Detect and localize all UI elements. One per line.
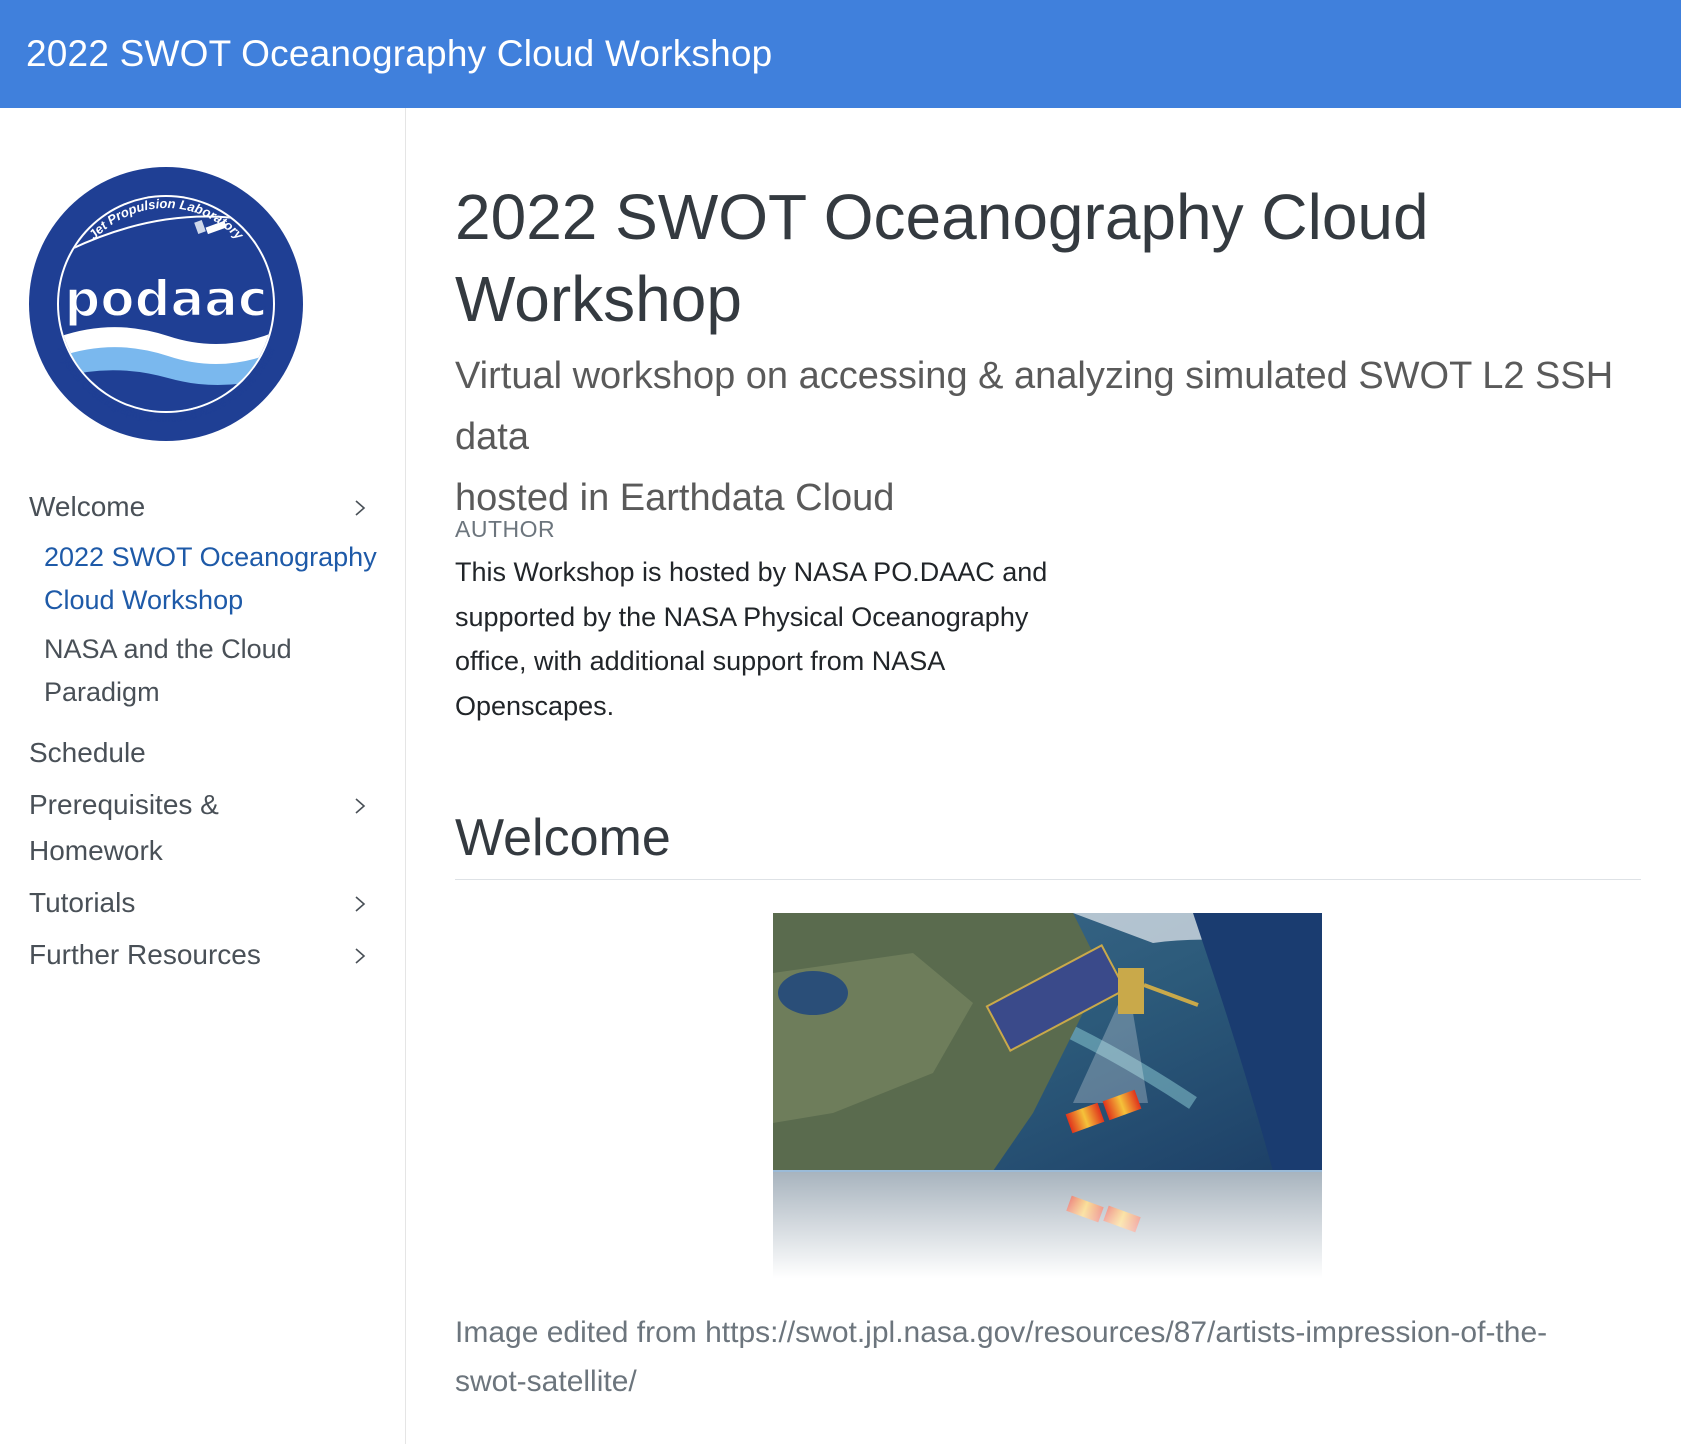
- image-caption-line2: swot-satellite/: [455, 1365, 637, 1398]
- sidebar-item-schedule[interactable]: Schedule: [29, 730, 146, 776]
- author-line: office, with additional support from NAS…: [455, 646, 946, 676]
- sidebar-item-workshop-line2[interactable]: Cloud Workshop: [44, 579, 243, 622]
- author-line: supported by the NASA Physical Oceanogra…: [455, 601, 1029, 632]
- sidebar: Jet Propulsion Laboratory Physical Ocean…: [0, 108, 406, 1444]
- chevron-right-icon[interactable]: [350, 894, 370, 914]
- sidebar-item-nasa-cloud-line2[interactable]: Paradigm: [44, 671, 160, 714]
- sidebar-item-tutorials[interactable]: Tutorials: [29, 880, 135, 926]
- author-label: AUTHOR: [455, 516, 556, 542]
- podaac-logo[interactable]: Jet Propulsion Laboratory Physical Ocean…: [28, 166, 304, 442]
- page-title-line1: 2022 SWOT Oceanography Cloud: [455, 181, 1429, 253]
- sidebar-item-workshop-line1[interactable]: 2022 SWOT Oceanography: [44, 536, 377, 579]
- chevron-right-icon[interactable]: [350, 498, 370, 518]
- page-subtitle: Virtual workshop on accessing & analyzin…: [455, 346, 1655, 529]
- author-text: This Workshop is hosted by NASA PO.DAAC …: [455, 550, 1055, 728]
- sidebar-item-prerequisites-line2[interactable]: Homework: [29, 828, 163, 874]
- page-title: 2022 SWOT Oceanography Cloud Workshop: [455, 176, 1605, 340]
- chevron-right-icon[interactable]: [350, 946, 370, 966]
- sidebar-item-prerequisites-line1[interactable]: Prerequisites &: [29, 782, 219, 828]
- swot-satellite-image: [773, 913, 1322, 1278]
- sidebar-item-nasa-cloud-line1[interactable]: NASA and the Cloud: [44, 628, 292, 671]
- logo-wordmark: podaac: [64, 270, 267, 328]
- sidebar-item-welcome[interactable]: Welcome: [29, 484, 145, 530]
- chevron-right-icon[interactable]: [350, 796, 370, 816]
- image-caption: Image edited from https://swot.jpl.nasa.…: [455, 1308, 1645, 1406]
- page-subtitle-line1: Virtual workshop on accessing & analyzin…: [455, 355, 1614, 458]
- author-line: Openscapes.: [455, 690, 615, 721]
- heading-divider: [455, 879, 1641, 880]
- image-caption-line1: Image edited from https://swot.jpl.nasa.…: [455, 1316, 1548, 1349]
- page-subtitle-line2: hosted in Earthdata Cloud: [455, 477, 895, 519]
- section-heading-welcome: Welcome: [455, 809, 671, 867]
- page-title-line2: Workshop: [455, 263, 742, 335]
- site-title-link[interactable]: 2022 SWOT Oceanography Cloud Workshop: [26, 33, 772, 75]
- top-navbar: 2022 SWOT Oceanography Cloud Workshop: [0, 0, 1681, 108]
- sidebar-item-further-resources[interactable]: Further Resources: [29, 932, 261, 978]
- author-line: This Workshop is hosted by NASA PO.DAAC …: [455, 557, 1048, 587]
